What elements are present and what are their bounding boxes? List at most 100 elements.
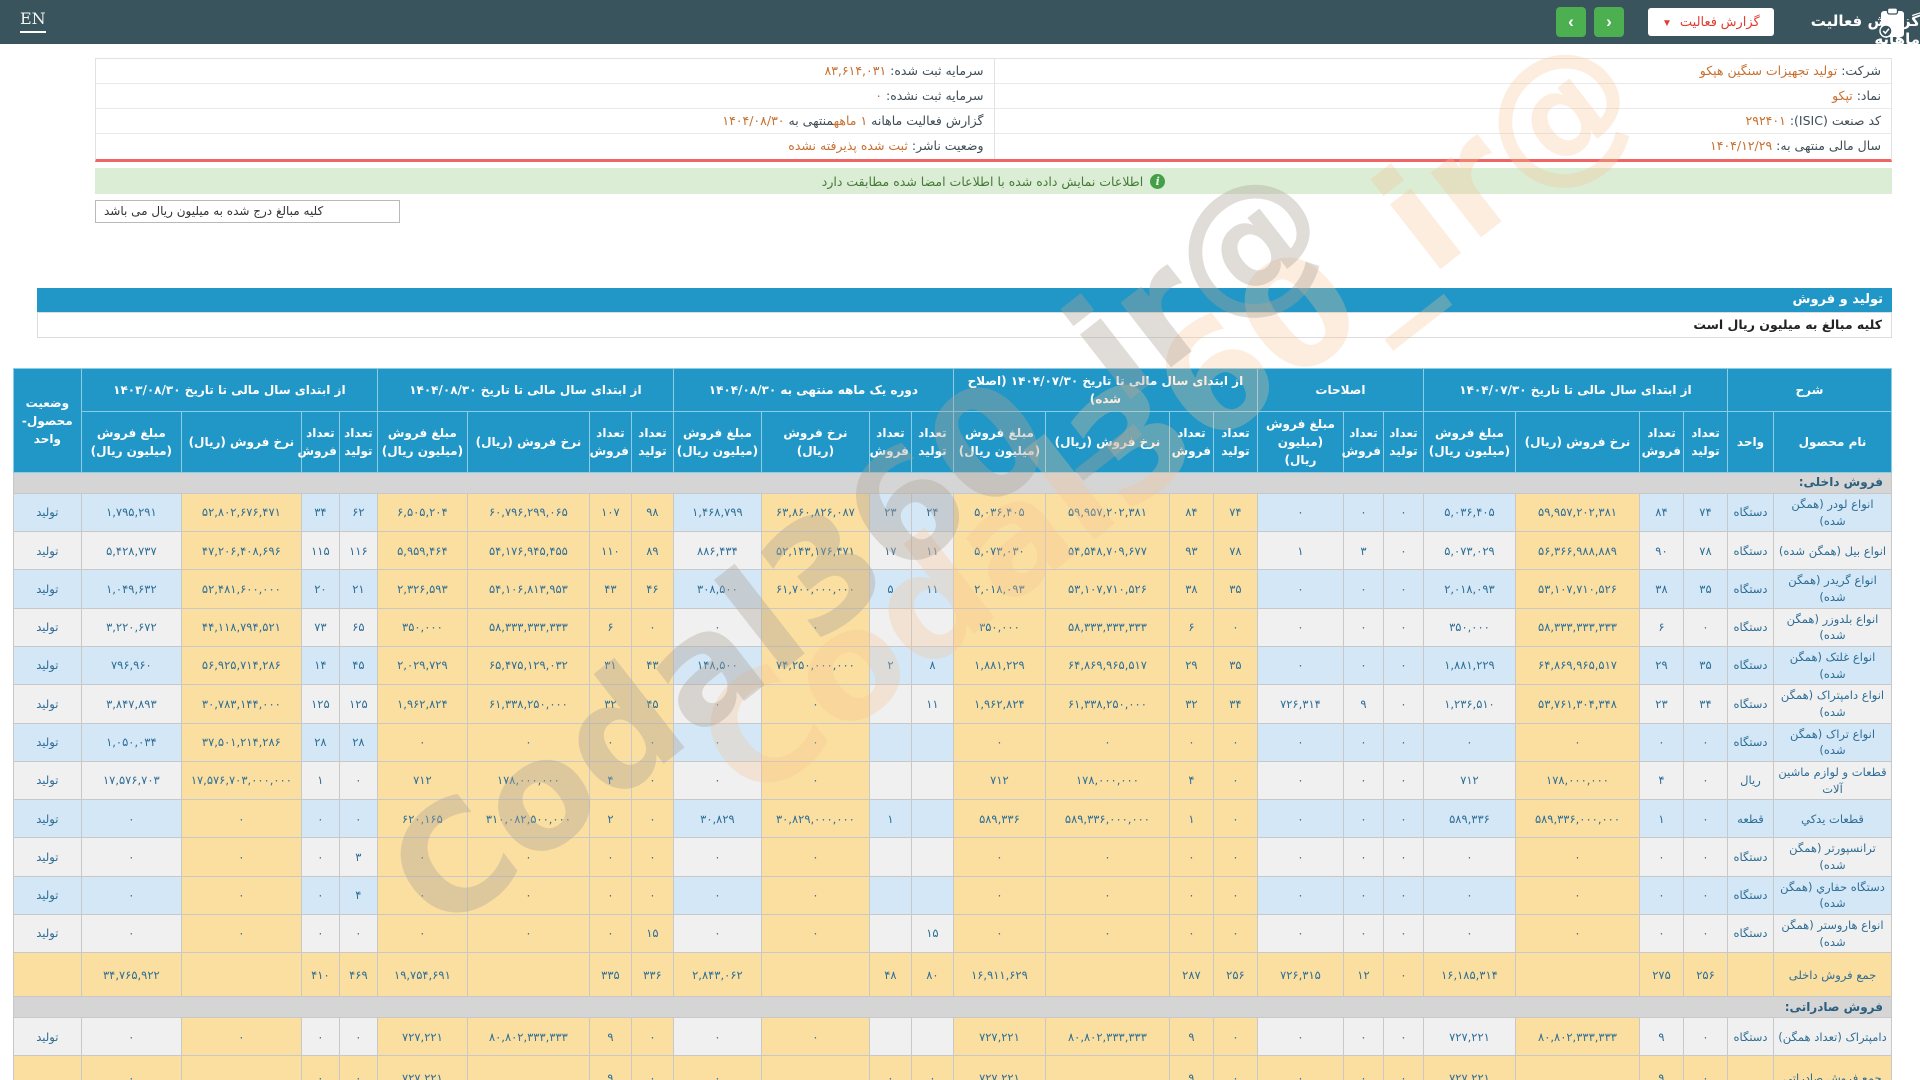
value-cell: ۰ — [1168, 837, 1214, 877]
value-cell: ۴۵ — [630, 684, 674, 724]
value-cell: ۰ — [80, 1055, 182, 1080]
value-cell: ۰ — [1044, 837, 1170, 877]
value-cell — [910, 1017, 954, 1057]
column-group-header: اصلاحات — [1256, 368, 1424, 412]
value-cell: ۵۳,۱۰۷,۷۱۰,۵۲۶ — [1514, 569, 1640, 609]
value-cell: ۹ — [1168, 1017, 1214, 1057]
value-cell: ۸۰,۸۰۲,۳۳۳,۳۳۳ — [466, 1017, 590, 1057]
value-cell: ۰ — [868, 1055, 912, 1080]
value-cell: ۴۸ — [868, 952, 912, 998]
symbol-label: نماد: — [1856, 88, 1881, 103]
unit-cell: دستگاه — [1726, 492, 1775, 533]
column-header: مبلغ فروش (میلیون ریال) — [1422, 411, 1516, 473]
value-cell: ۱۲۵ — [338, 684, 378, 724]
value-cell: ۰ — [300, 837, 340, 877]
value-cell: ۰ — [672, 837, 762, 877]
column-group-header: از ابتدای سال مالی تا تاریخ ۱۴۰۳/۰۸/۳۰ — [80, 368, 378, 412]
value-cell: ۰ — [376, 722, 468, 763]
value-cell: ۰ — [180, 875, 302, 916]
value-cell: ۱,۰۵۰,۰۳۴ — [80, 722, 182, 763]
value-cell: ۳۵ — [1682, 569, 1728, 609]
value-cell: ۰ — [1256, 569, 1344, 609]
value-cell: ۰ — [300, 914, 340, 954]
publisher-status-row: وضعیت ناشر:ثبت شده پذیرفته نشده — [96, 134, 994, 159]
unit-cell: دستگاه — [1726, 607, 1775, 648]
value-cell — [868, 722, 912, 763]
language-toggle[interactable]: EN — [20, 9, 46, 33]
value-cell: ۰ — [80, 837, 182, 877]
column-header: تعداد تولید — [1382, 411, 1424, 473]
value-cell: ۱۷,۵۷۶,۷۰۳ — [80, 761, 182, 801]
value-cell: ۱۵ — [910, 914, 954, 954]
section-row: فروش داخلی: — [12, 472, 1893, 494]
value-cell: ۰ — [1342, 761, 1384, 801]
isic-row: کد صنعت (ISIC):۲۹۲۴۰۱ — [994, 109, 1891, 134]
value-cell: ۸۴ — [1638, 492, 1684, 533]
value-cell: ۲۱ — [338, 569, 378, 609]
value-cell: ۰ — [760, 684, 870, 724]
value-cell: ۰ — [1342, 607, 1384, 648]
value-cell: ۲۸ — [338, 722, 378, 763]
value-cell: ۰ — [180, 914, 302, 954]
value-cell: ۰ — [466, 722, 590, 763]
report-period-date: ۱۴۰۴/۰۸/۳۰ — [722, 113, 785, 128]
value-cell: ۳۰,۷۸۳,۱۴۴,۰۰۰ — [180, 684, 302, 724]
value-cell: ۰ — [1682, 607, 1728, 648]
unit-cell: دستگاه — [1726, 531, 1775, 571]
value-cell: ۱ — [1638, 799, 1684, 839]
report-type-dropdown[interactable]: گزارش فعالیت ▼ — [1648, 8, 1774, 36]
value-cell — [868, 837, 912, 877]
value-cell: ۰ — [1256, 646, 1344, 686]
value-cell: ۷۱۲ — [1422, 761, 1516, 801]
value-cell: ۰ — [466, 875, 590, 916]
column-header: تعداد فروش — [1168, 411, 1214, 473]
company-info-panel: شرکت:تولید تجهیزات سنگین هپکو نماد:تپکو … — [95, 58, 1892, 162]
value-cell: ۰ — [952, 837, 1046, 877]
next-report-button[interactable]: › — [1556, 7, 1586, 37]
value-cell: ۴۶۹ — [338, 952, 378, 998]
value-cell: ۷۴,۲۵۰,۰۰۰,۰۰۰ — [760, 646, 870, 686]
value-cell: ۰ — [1342, 1055, 1384, 1080]
group-header-row: شرح از ابتدای سال مالی تا تاریخ ۱۴۰۴/۰۷/۳… — [12, 368, 1893, 473]
value-cell: ۰ — [1382, 837, 1424, 877]
value-cell: ۱۷۸,۰۰۰,۰۰۰ — [1044, 761, 1170, 801]
value-cell: ۶۵ — [338, 607, 378, 648]
value-cell: ۹ — [1638, 1017, 1684, 1057]
value-cell — [1044, 1055, 1170, 1080]
value-cell: ۲,۸۴۳,۰۶۲ — [672, 952, 762, 998]
value-cell: ۱۷۸,۰۰۰,۰۰۰ — [1514, 761, 1640, 801]
value-cell: ۵۴,۱۷۶,۹۴۵,۴۵۵ — [466, 531, 590, 571]
value-cell: ۲,۰۲۹,۷۲۹ — [376, 646, 468, 686]
value-cell: ۰ — [952, 875, 1046, 916]
total-row: جمع فروش داخلی ۲۵۶ ۲۷۵ ۱۶,۱۸۵,۳۱۴ ۰ ۱۲ ۷۲۶,۳۱۵… — [12, 952, 1892, 998]
value-cell: ۱۷ — [868, 531, 912, 571]
value-cell: ۰ — [376, 914, 468, 954]
value-cell: ۰ — [1256, 1017, 1344, 1057]
registered-capital-value: ۸۳,۶۱۴,۰۳۱ — [824, 63, 887, 78]
value-cell: ۱۶,۹۱۱,۶۲۹ — [952, 952, 1046, 998]
value-cell: ۰ — [1342, 646, 1384, 686]
previous-report-button[interactable]: ‹ — [1594, 7, 1624, 37]
value-cell: ۷۸ — [1212, 531, 1258, 571]
value-cell: ۰ — [1638, 875, 1684, 916]
value-cell: ۰ — [672, 684, 762, 724]
product-row: انواع غلتک (همگن شده) دستگاه ۳۵ ۲۹ ۶۴,۸۶۹,۹۶… — [12, 646, 1892, 686]
value-cell: ۰ — [1382, 607, 1424, 648]
value-cell: ۶۳,۸۶۰,۸۲۶,۰۸۷ — [760, 492, 870, 533]
column-header: تعداد فروش — [1342, 411, 1384, 473]
value-cell — [910, 607, 954, 648]
value-cell: ۷۲۷,۲۲۱ — [1422, 1017, 1516, 1057]
unregistered-capital-value: ۰ — [875, 88, 883, 103]
status-cell: تولید — [12, 799, 82, 839]
value-cell: ۱۷,۵۷۶,۷۰۳,۰۰۰,۰۰۰ — [180, 761, 302, 801]
value-cell: ۲۵۶ — [1212, 952, 1258, 998]
status-cell: تولید — [12, 569, 82, 609]
value-cell: ۵,۹۵۹,۴۶۴ — [376, 531, 468, 571]
company-value: تولید تجهیزات سنگین هپکو — [1699, 63, 1838, 78]
value-cell — [910, 875, 954, 916]
value-cell: ۳۸ — [1638, 569, 1684, 609]
value-cell: ۳۱۰,۰۸۲,۵۰۰,۰۰۰ — [466, 799, 590, 839]
value-cell: ۰ — [630, 1017, 674, 1057]
value-cell: ۰ — [466, 837, 590, 877]
value-cell: ۱۴ — [300, 646, 340, 686]
